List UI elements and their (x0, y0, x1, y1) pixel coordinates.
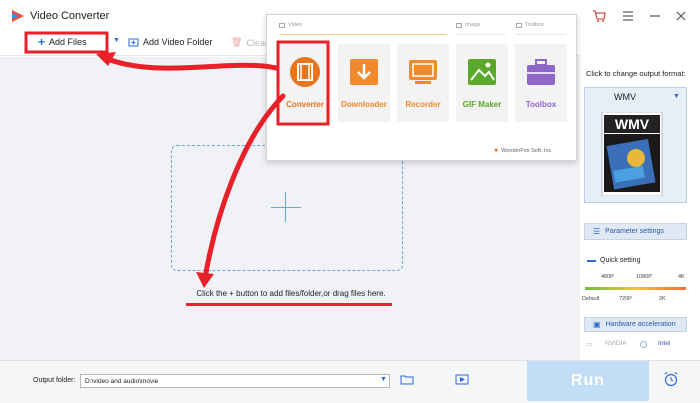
tool-converter-label: Converter (286, 100, 324, 109)
tick-2k: 2K (659, 296, 666, 302)
popup-footer-text: WonderFox Soft, Inc. (501, 147, 553, 154)
alarm-clock-icon[interactable] (663, 371, 679, 387)
tool-toolbox-label: Toolbox (525, 100, 557, 109)
svg-text:WMV: WMV (615, 116, 650, 132)
output-format-caption: Click to change output format: (586, 69, 686, 78)
drop-hint: Click the + button to add files/folder,o… (196, 289, 386, 298)
tick-480p: 480P (601, 274, 614, 280)
wonderfox-logo-icon: ● (494, 147, 499, 154)
gpu-intel-label: Intel (658, 340, 671, 347)
add-files-label: Add Files (49, 37, 87, 47)
quick-setting-icon (587, 260, 596, 262)
hamburger-menu-icon[interactable] (620, 8, 636, 24)
image-icon (468, 59, 496, 85)
chevron-down-icon: ▼ (113, 37, 120, 44)
drop-zone[interactable] (171, 145, 403, 271)
tick-default: Default (582, 296, 600, 302)
tool-converter[interactable]: Converter (279, 44, 331, 122)
clear-label: Clear (246, 37, 268, 48)
chip-icon: ▣ (593, 320, 601, 329)
section-image-label: Image (465, 22, 481, 28)
chevron-down-icon[interactable]: ▼ (380, 376, 387, 383)
cart-icon[interactable] (591, 8, 607, 24)
add-folder-icon (128, 38, 139, 47)
section-image: Image (456, 22, 480, 28)
close-icon[interactable] (673, 8, 689, 24)
folder-icon[interactable] (400, 374, 414, 385)
run-button[interactable]: Run (527, 361, 649, 401)
toolbox-section-icon (516, 22, 522, 28)
trash-icon: 🗑 (231, 37, 243, 47)
tool-gif-maker-label: GIF Maker (462, 100, 502, 109)
section-toolbox: Toolbox (516, 22, 544, 28)
toolbox-section-line (516, 34, 566, 35)
minimize-icon[interactable] (647, 8, 663, 24)
tool-downloader[interactable]: Downloader (338, 44, 390, 122)
tick-4k: 4K (678, 274, 685, 280)
tool-toolbox[interactable]: Toolbox (515, 44, 567, 122)
popup-footer: ● WonderFox Soft, Inc. (494, 147, 553, 154)
section-toolbox-label: Toolbox (525, 22, 544, 28)
add-files-button[interactable]: + Add Files (38, 35, 87, 49)
parameter-settings-label: Parameter settings (605, 228, 664, 235)
hardware-acceleration-button[interactable]: ▣ Hardware acceleration (584, 317, 687, 332)
window-title: Video Converter (30, 10, 110, 22)
app-logo-icon (12, 10, 24, 22)
tool-downloader-label: Downloader (341, 100, 387, 109)
tick-1080p: 1080P (636, 274, 652, 280)
wmv-format-icon: WMV (601, 112, 663, 196)
output-format-name: WMV (614, 92, 636, 102)
add-video-folder-button[interactable]: Add Video Folder (128, 37, 212, 47)
add-plus-icon-h[interactable] (271, 207, 301, 208)
tool-recorder-label: Recorder (405, 100, 441, 109)
chevron-down-icon[interactable]: ▼ (673, 93, 680, 100)
section-video-label: Video (288, 22, 302, 28)
output-folder-input[interactable] (80, 374, 390, 388)
clear-button[interactable]: 🗑 Clear (231, 37, 268, 48)
parameter-settings-button[interactable]: ☰ Parameter settings (584, 223, 687, 240)
image-section-icon (456, 22, 462, 28)
section-video: Video (279, 22, 302, 28)
add-files-dropdown[interactable]: ▼ (113, 37, 120, 44)
download-icon (350, 59, 378, 85)
intel-logo-icon: ◯ (640, 341, 648, 348)
quick-setting-label: Quick setting (600, 257, 641, 264)
quality-slider[interactable] (585, 287, 686, 290)
tool-recorder[interactable]: Recorder (397, 44, 449, 122)
hw-accel-label: Hardware acceleration (605, 321, 676, 328)
image-section-line (456, 34, 506, 35)
screen-record-icon (409, 60, 437, 84)
film-reel-icon (290, 57, 320, 87)
hint-underline-annotation (186, 303, 392, 306)
tool-gif-maker[interactable]: GIF Maker (456, 44, 508, 122)
video-section-icon (279, 22, 285, 28)
plus-icon: + (38, 35, 46, 49)
toolbox-icon (527, 59, 555, 85)
add-video-folder-label: Add Video Folder (143, 37, 213, 47)
output-folder-label: Output folder: (33, 377, 76, 384)
gpu-nvidia-label: NVIDIA (605, 340, 627, 347)
nvidia-logo-icon: ▭ (586, 341, 593, 348)
sliders-icon: ☰ (593, 227, 601, 236)
video-section-line (279, 34, 447, 35)
tick-720p: 720P (619, 296, 632, 302)
open-output-folder-icon[interactable] (455, 374, 469, 385)
